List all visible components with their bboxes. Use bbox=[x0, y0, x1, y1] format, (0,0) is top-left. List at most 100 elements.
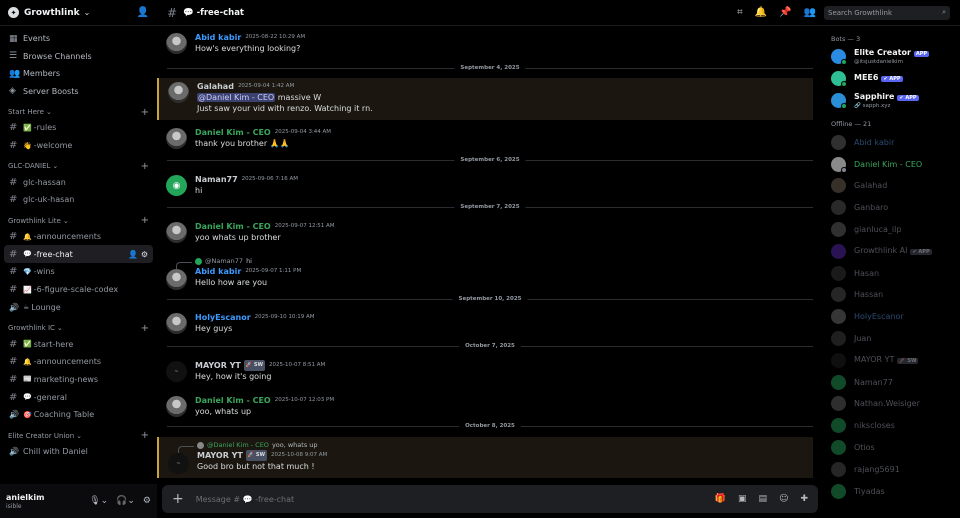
channel-emoji: 👋 bbox=[23, 141, 32, 150]
channel-item[interactable]: # 🔔 -announcements bbox=[0, 228, 157, 246]
avatar[interactable] bbox=[166, 396, 187, 417]
member-list-icon[interactable]: 👥 bbox=[804, 7, 816, 18]
apps-icon[interactable]: ✚ bbox=[800, 494, 808, 504]
user-mention[interactable]: @Daniel Kim - CEO bbox=[197, 93, 276, 102]
attach-plus-icon[interactable]: + bbox=[172, 491, 184, 507]
add-channel-icon[interactable]: + bbox=[141, 323, 149, 334]
member-item[interactable]: Growthlink AI ✔ APP bbox=[823, 240, 960, 262]
channel-item[interactable]: # 📈 -6-figure-scale-codex bbox=[0, 281, 157, 299]
nav-item-calendar[interactable]: ▦ Events bbox=[0, 30, 157, 48]
invite-icon[interactable]: 👤 bbox=[128, 250, 141, 259]
category-header[interactable]: GLC-DANIEL ⌄ + bbox=[0, 159, 157, 173]
pin-icon[interactable]: 📌 bbox=[779, 7, 791, 18]
reply-preview[interactable]: @Daniel Kim - CEO yoo, whats up bbox=[197, 440, 813, 450]
avatar[interactable] bbox=[166, 313, 187, 334]
channel-item[interactable]: 🔊 🎯 Coaching Table bbox=[0, 406, 157, 424]
avatar[interactable] bbox=[166, 128, 187, 149]
message-author[interactable]: Daniel Kim - CEO bbox=[195, 127, 271, 138]
settings-gear-icon[interactable]: ⚙ bbox=[141, 250, 148, 259]
member-item[interactable]: Galahad bbox=[823, 175, 960, 197]
member-item[interactable]: MEE6 ✔ APP bbox=[823, 68, 960, 90]
member-item[interactable]: Ganbaro bbox=[823, 197, 960, 219]
channel-item[interactable]: # ✅ start-here bbox=[0, 335, 157, 353]
add-channel-icon[interactable]: + bbox=[141, 161, 149, 172]
date-separator-label: September 4, 2025 bbox=[454, 65, 526, 71]
message-composer[interactable]: + Message # 💬 -free-chat 🎁 ▣ ▤ ☺ ✚ bbox=[162, 485, 818, 513]
microphone-icon[interactable]: 🎙⌄ bbox=[89, 496, 108, 506]
notification-bell-icon[interactable]: 🔔 bbox=[755, 7, 767, 18]
message-author[interactable]: HolyEscanor bbox=[195, 312, 251, 323]
avatar[interactable]: ◉ bbox=[166, 175, 187, 196]
sticker-icon[interactable]: ▤ bbox=[759, 494, 768, 504]
channel-item[interactable]: # 💬 -general bbox=[0, 388, 157, 406]
nav-item-browse[interactable]: ☰ Browse Channels bbox=[0, 48, 157, 66]
member-item[interactable]: Abid kabir bbox=[823, 131, 960, 153]
channel-list: Start Here ⌄ + # ✅ -rules # 👋 -welcome GLC-DANIE… bbox=[0, 105, 157, 460]
channel-item[interactable]: # 📰 marketing-news bbox=[0, 371, 157, 389]
message-author[interactable]: Naman77 bbox=[195, 174, 238, 185]
channel-item[interactable]: # glc-uk-hasan bbox=[0, 191, 157, 209]
threads-icon[interactable]: ⌗ bbox=[737, 7, 743, 18]
channel-item[interactable]: # 👋 -welcome bbox=[0, 137, 157, 155]
avatar[interactable] bbox=[166, 33, 187, 54]
member-item[interactable]: Daniel Kim - CEO bbox=[823, 153, 960, 175]
avatar[interactable] bbox=[166, 222, 187, 243]
member-item[interactable]: nikscloses bbox=[823, 415, 960, 437]
nav-item-boost[interactable]: ◈ Server Boosts bbox=[0, 83, 157, 101]
emoji-icon[interactable]: ☺ bbox=[779, 494, 788, 504]
avatar bbox=[831, 396, 846, 412]
avatar[interactable] bbox=[168, 82, 189, 103]
message-author[interactable]: Galahad bbox=[197, 81, 234, 92]
category-header[interactable]: Growthlink Lite ⌄ + bbox=[0, 214, 157, 228]
member-item[interactable]: Otios bbox=[823, 437, 960, 459]
channel-item[interactable]: 🔊 ☕ Lounge bbox=[0, 299, 157, 317]
channel-item[interactable]: 🔊 Chill with Daniel bbox=[0, 443, 157, 461]
channel-item[interactable]: # 💬 -free-chat 👤 ⚙ bbox=[4, 245, 153, 264]
message-author[interactable]: Daniel Kim - CEO bbox=[195, 221, 271, 232]
member-item[interactable]: Hasan bbox=[823, 262, 960, 284]
avatar[interactable]: ~ bbox=[168, 453, 189, 474]
reply-preview[interactable]: @Naman77 hi bbox=[195, 256, 813, 266]
member-item[interactable]: MAYOR YT 🚀 SW bbox=[823, 349, 960, 371]
message-author[interactable]: Daniel Kim - CEO bbox=[195, 395, 271, 406]
search-input[interactable]: Search Growthlink ⌕ bbox=[824, 5, 950, 20]
channel-item[interactable]: # ✅ -rules bbox=[0, 119, 157, 137]
channel-item[interactable]: # glc-hassan bbox=[0, 173, 157, 191]
category-header[interactable]: Start Here ⌄ + bbox=[0, 105, 157, 119]
member-item[interactable]: rajang5691 bbox=[823, 458, 960, 480]
message-header: HolyEscanor 2025-09-10 10:19 AM bbox=[195, 312, 813, 323]
gift-icon[interactable]: 🎁 bbox=[715, 494, 726, 504]
member-item[interactable]: Elite Creator APP @itsjustdanielkim bbox=[823, 46, 960, 68]
member-item[interactable]: Juan bbox=[823, 328, 960, 350]
category-header[interactable]: Elite Creator Union ⌄ + bbox=[0, 429, 157, 443]
avatar[interactable] bbox=[166, 269, 187, 290]
gif-icon[interactable]: ▣ bbox=[738, 494, 747, 504]
message-author[interactable]: Abid kabir bbox=[195, 32, 241, 43]
member-item[interactable]: Hassan bbox=[823, 284, 960, 306]
message-author[interactable]: Abid kabir bbox=[195, 266, 241, 277]
channel-item[interactable]: # 💎 -wins bbox=[0, 263, 157, 281]
member-item[interactable]: gianluca_ilp bbox=[823, 219, 960, 241]
server-header[interactable]: ✦ Growthlink ⌄ 👤 bbox=[0, 0, 157, 26]
member-item[interactable]: Nathan.Weisiger bbox=[823, 393, 960, 415]
category-header[interactable]: Growthlink IC ⌄ + bbox=[0, 321, 157, 335]
member-item[interactable]: Tiyadas bbox=[823, 480, 960, 502]
member-item[interactable]: Naman77 bbox=[823, 371, 960, 393]
message-timestamp: 2025-09-06 7:16 AM bbox=[241, 176, 298, 182]
user-info[interactable]: anielkim isible bbox=[6, 493, 44, 510]
settings-gear-icon[interactable]: ⚙ bbox=[143, 496, 151, 506]
message-author[interactable]: MAYOR YT bbox=[195, 360, 241, 371]
add-channel-icon[interactable]: + bbox=[141, 430, 149, 441]
member-name: Naman77 bbox=[854, 378, 893, 387]
message-author[interactable]: MAYOR YT bbox=[197, 450, 243, 461]
invite-people-icon[interactable]: 👤 bbox=[137, 7, 149, 18]
message-input[interactable]: Message # 💬 -free-chat bbox=[196, 495, 715, 504]
add-channel-icon[interactable]: + bbox=[141, 215, 149, 226]
nav-item-members[interactable]: 👥 Members bbox=[0, 65, 157, 83]
member-item[interactable]: Sapphire ✔ APP 🔗 sapph.xyz bbox=[823, 90, 960, 112]
add-channel-icon[interactable]: + bbox=[141, 107, 149, 118]
member-item[interactable]: HolyEscanor bbox=[823, 306, 960, 328]
avatar[interactable]: ~ bbox=[166, 361, 187, 382]
headphones-icon[interactable]: 🎧⌄ bbox=[116, 496, 135, 506]
channel-item[interactable]: # 🔔 -announcements bbox=[0, 353, 157, 371]
